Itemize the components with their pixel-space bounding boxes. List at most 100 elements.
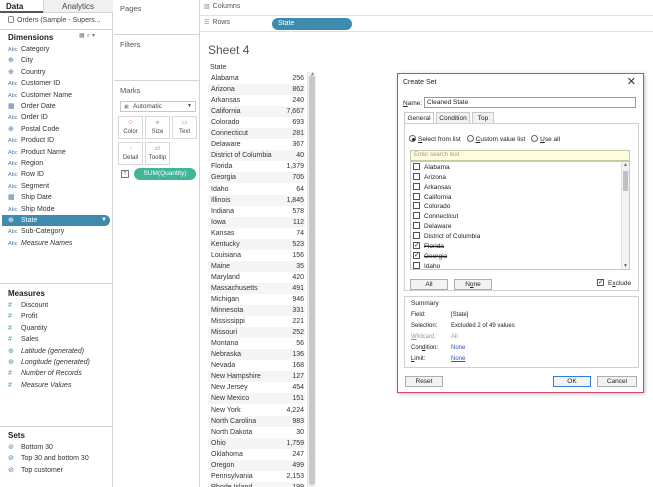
dimension-field-order-date[interactable]: ▦ Order Date [2, 101, 110, 112]
tab-top[interactable]: Top [472, 112, 494, 123]
table-row[interactable]: Michigan 946 [208, 294, 305, 305]
table-row[interactable]: Montana 56 [208, 338, 305, 349]
color-button[interactable]: ⁘ Color [118, 116, 143, 139]
all-button[interactable]: All [410, 279, 448, 290]
chevron-down-icon[interactable]: ▼ [101, 215, 107, 226]
table-row[interactable]: Maine 35 [208, 260, 305, 272]
list-item-delaware[interactable]: Delaware [413, 222, 451, 232]
measure-field-quantity[interactable]: # Quantity [2, 323, 110, 334]
table-row[interactable]: Arkansas 240 [208, 95, 305, 106]
rows-shelf[interactable]: ☰ Rows State [200, 16, 653, 32]
table-row[interactable]: Iowa 112 [208, 216, 305, 228]
table-row[interactable]: Colorado 693 [208, 117, 305, 128]
exclude-option[interactable]: Exclude [597, 279, 631, 288]
select-from-list-option[interactable]: Select from list [409, 135, 461, 144]
chevron-down-icon[interactable]: ▾ [92, 33, 97, 39]
dimension-field-ship-mode[interactable]: Abc Ship Mode [2, 204, 110, 215]
scrollbar-thumb[interactable] [309, 75, 315, 485]
dimension-field-measure-names[interactable]: Abc Measure Names [2, 238, 110, 249]
dimension-field-postal-code[interactable]: ⊕ Postal Code [2, 124, 110, 135]
custom-value-list-option[interactable]: Custom value list [466, 135, 525, 144]
dimension-field-sub-category[interactable]: Abc Sub-Category [2, 226, 110, 237]
exclude-checkbox[interactable] [597, 279, 604, 286]
dimension-field-customer-id[interactable]: Abc Customer ID [2, 78, 110, 89]
table-row[interactable]: Nevada 168 [208, 360, 305, 371]
tooltip-button[interactable]: ▱ Tooltip [145, 142, 170, 165]
table-row[interactable]: Idaho 64 [208, 184, 305, 195]
table-row[interactable]: Delaware 367 [208, 139, 305, 150]
dimension-field-city[interactable]: ⊕ City [2, 55, 110, 66]
dimension-field-customer-name[interactable]: Abc Customer Name [2, 90, 110, 101]
mark-type-dropdown[interactable]: ▣ Automatic ▼ [120, 101, 196, 112]
value-checkbox[interactable] [413, 251, 420, 259]
radio-button[interactable] [531, 135, 539, 142]
table-row[interactable]: Rhode Island 199 [208, 481, 305, 487]
value-checkbox[interactable] [413, 241, 420, 249]
vertical-scrollbar[interactable]: ▲ [307, 71, 316, 487]
table-row[interactable]: New Hampshire 127 [208, 371, 305, 383]
table-row[interactable]: Nebraska 136 [208, 349, 305, 361]
value-checkbox[interactable] [413, 163, 420, 170]
set-bottom-30[interactable]: ⊘ Bottom 30 [2, 442, 110, 453]
list-item-california[interactable]: California [413, 192, 451, 203]
close-icon[interactable]: ✕ [627, 75, 636, 88]
list-item-idaho[interactable]: Idaho [413, 261, 440, 269]
measure-field-longitude-generated[interactable]: ⊕ Longitude (generated) [2, 357, 110, 368]
table-row[interactable]: Connecticut 281 [208, 128, 305, 140]
text-button[interactable]: ▭ Text [172, 116, 197, 139]
scrollbar-thumb[interactable] [623, 171, 628, 191]
dimension-field-country[interactable]: ⊕ Country [2, 67, 110, 78]
list-item-arizona[interactable]: Arizona [413, 172, 446, 183]
table-row[interactable]: Ohio 1,759 [208, 437, 305, 449]
tab-analytics[interactable]: Analytics [43, 0, 113, 13]
list-item-alabama[interactable]: Alabama [413, 163, 450, 173]
value-checkbox[interactable] [413, 222, 420, 230]
measure-field-measure-values[interactable]: # Measure Values [2, 380, 110, 391]
use-all-option[interactable]: Use all [531, 135, 560, 144]
table-row[interactable]: District of Columbia 40 [208, 150, 305, 162]
ok-button[interactable]: OK [553, 376, 591, 387]
value-checkbox[interactable] [413, 172, 420, 180]
table-row[interactable]: Alabama 256 [208, 73, 305, 84]
table-row[interactable]: Florida 1,379 [208, 161, 305, 172]
scroll-up-icon[interactable]: ▲ [623, 162, 628, 168]
list-item-colorado[interactable]: Colorado [413, 202, 450, 212]
value-checkbox[interactable] [413, 212, 420, 220]
value-checkbox[interactable] [413, 192, 420, 200]
dimension-field-segment[interactable]: Abc Segment [2, 181, 110, 192]
list-item-district-of-columbia[interactable]: District of Columbia [413, 231, 480, 242]
table-row[interactable]: North Dakota 30 [208, 427, 305, 438]
reset-button[interactable]: Reset [405, 376, 443, 387]
list-item-georgia[interactable]: Georgia [413, 251, 447, 262]
table-row[interactable]: Arizona 862 [208, 84, 305, 96]
table-row[interactable]: North Carolina 983 [208, 415, 305, 427]
table-row[interactable]: Pennsylvania 2,153 [208, 471, 305, 482]
detail-button[interactable]: ⁖ Detail [118, 142, 143, 165]
dimension-field-product-id[interactable]: Abc Product ID [2, 135, 110, 146]
dimension-field-product-name[interactable]: Abc Product Name [2, 147, 110, 158]
set-top-customer[interactable]: ⊘ Top customer [2, 465, 110, 476]
measure-field-discount[interactable]: # Discount [2, 300, 110, 311]
table-row[interactable]: New Jersey 454 [208, 382, 305, 393]
datasource-item[interactable]: Orders (Sample - Supers... [0, 14, 113, 27]
columns-shelf[interactable]: ▥ Columns [200, 0, 653, 16]
list-scrollbar[interactable]: ▲ ▼ [621, 162, 629, 269]
dimension-field-row-id[interactable]: Abc Row ID [2, 169, 110, 180]
set-name-input[interactable]: Cleaned State [424, 97, 636, 108]
list-item-arkansas[interactable]: Arkansas [413, 182, 451, 193]
dimension-field-order-id[interactable]: Abc Order ID [2, 112, 110, 123]
search-input[interactable]: Enter search text [410, 150, 630, 161]
dimension-field-state[interactable]: ⊕ State ▼ [2, 215, 110, 227]
measure-field-number-of-records[interactable]: # Number of Records [2, 368, 110, 379]
set-top-30-and-bottom-30[interactable]: ⊘ Top 30 and bottom 30 [2, 453, 110, 464]
measure-field-sales[interactable]: # Sales [2, 334, 110, 345]
table-row[interactable]: Louisiana 156 [208, 250, 305, 261]
table-row[interactable]: Massachusetts 491 [208, 282, 305, 294]
table-row[interactable]: Mississippi 221 [208, 316, 305, 327]
column-header-state[interactable]: State [210, 64, 226, 71]
table-row[interactable]: Oregon 499 [208, 459, 305, 471]
table-row[interactable]: Oklahoma 247 [208, 449, 305, 460]
value-checkbox[interactable] [413, 261, 420, 269]
table-row[interactable]: Illinois 1,845 [208, 194, 305, 206]
table-row[interactable]: California 7,667 [208, 106, 305, 118]
